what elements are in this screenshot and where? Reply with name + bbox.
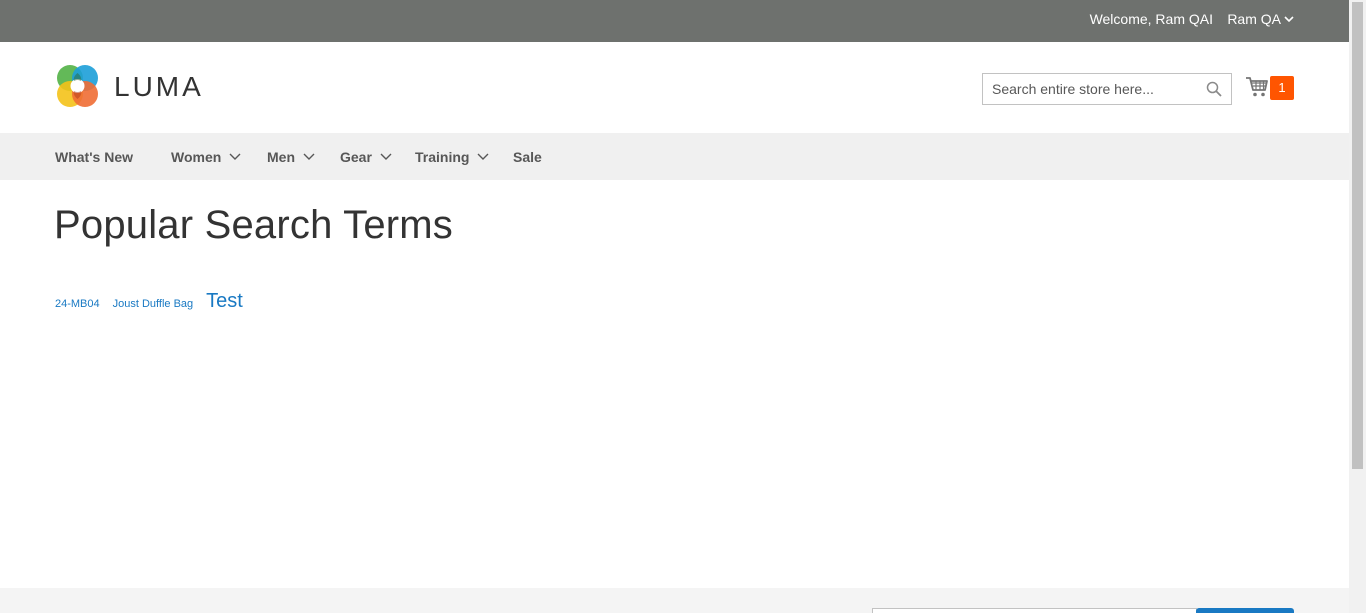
newsletter-email-input[interactable]	[872, 608, 1197, 613]
nav-item-whats-new[interactable]: What's New	[55, 149, 133, 165]
nav-item-gear[interactable]: Gear	[340, 149, 392, 165]
top-bar: Welcome, Ram QAI Ram QA	[0, 0, 1349, 42]
account-name: Ram QA	[1227, 11, 1281, 27]
search-input[interactable]	[983, 74, 1193, 104]
luma-logo-icon	[57, 65, 98, 107]
search-terms-cloud: 24-MB04 Joust Duffle Bag Test	[55, 290, 256, 313]
chevron-down-icon	[229, 153, 241, 160]
chevron-down-icon	[477, 153, 489, 160]
main-navigation: What's New Women Men Gear Training Sale	[0, 133, 1349, 180]
cart-button[interactable]	[1245, 76, 1269, 103]
cart-icon	[1246, 77, 1268, 97]
account-menu-button[interactable]: Ram QA	[1227, 11, 1294, 27]
page-title: Popular Search Terms	[54, 203, 453, 247]
nav-item-label: What's New	[55, 149, 134, 165]
nav-item-men[interactable]: Men	[267, 149, 315, 165]
welcome-message: Welcome, Ram QAI	[1089, 11, 1213, 27]
chevron-down-icon	[380, 153, 392, 160]
scrollbar-thumb[interactable]	[1352, 2, 1363, 469]
nav-item-women[interactable]: Women	[171, 149, 241, 165]
search-box	[982, 73, 1232, 105]
footer	[0, 588, 1349, 613]
nav-item-label: Training	[415, 149, 470, 165]
page: Welcome, Ram QAI Ram QA LUMA Search enti…	[0, 0, 1349, 613]
nav-item-label: Men	[267, 149, 295, 165]
vertical-scrollbar[interactable]	[1349, 0, 1366, 613]
nav-item-label: Sale	[513, 149, 542, 165]
chevron-down-icon	[1284, 15, 1294, 22]
search-icon[interactable]	[1206, 81, 1222, 102]
chevron-down-icon	[303, 153, 315, 160]
nav-item-sale[interactable]: Sale	[513, 149, 542, 165]
search-term-link[interactable]: Joust Duffle Bag	[113, 298, 194, 310]
search-term-link[interactable]: 24-MB04	[55, 298, 100, 310]
nav-item-label: Gear	[340, 149, 372, 165]
nav-item-label: Women	[171, 149, 222, 165]
store-logo[interactable]: LUMA	[55, 64, 204, 109]
search-term-link[interactable]: Test	[206, 290, 243, 313]
cart-count-badge[interactable]: 1	[1270, 76, 1294, 100]
nav-item-training[interactable]: Training	[415, 149, 489, 165]
newsletter-subscribe-button[interactable]	[1196, 608, 1294, 613]
logo-text: LUMA	[114, 70, 204, 102]
